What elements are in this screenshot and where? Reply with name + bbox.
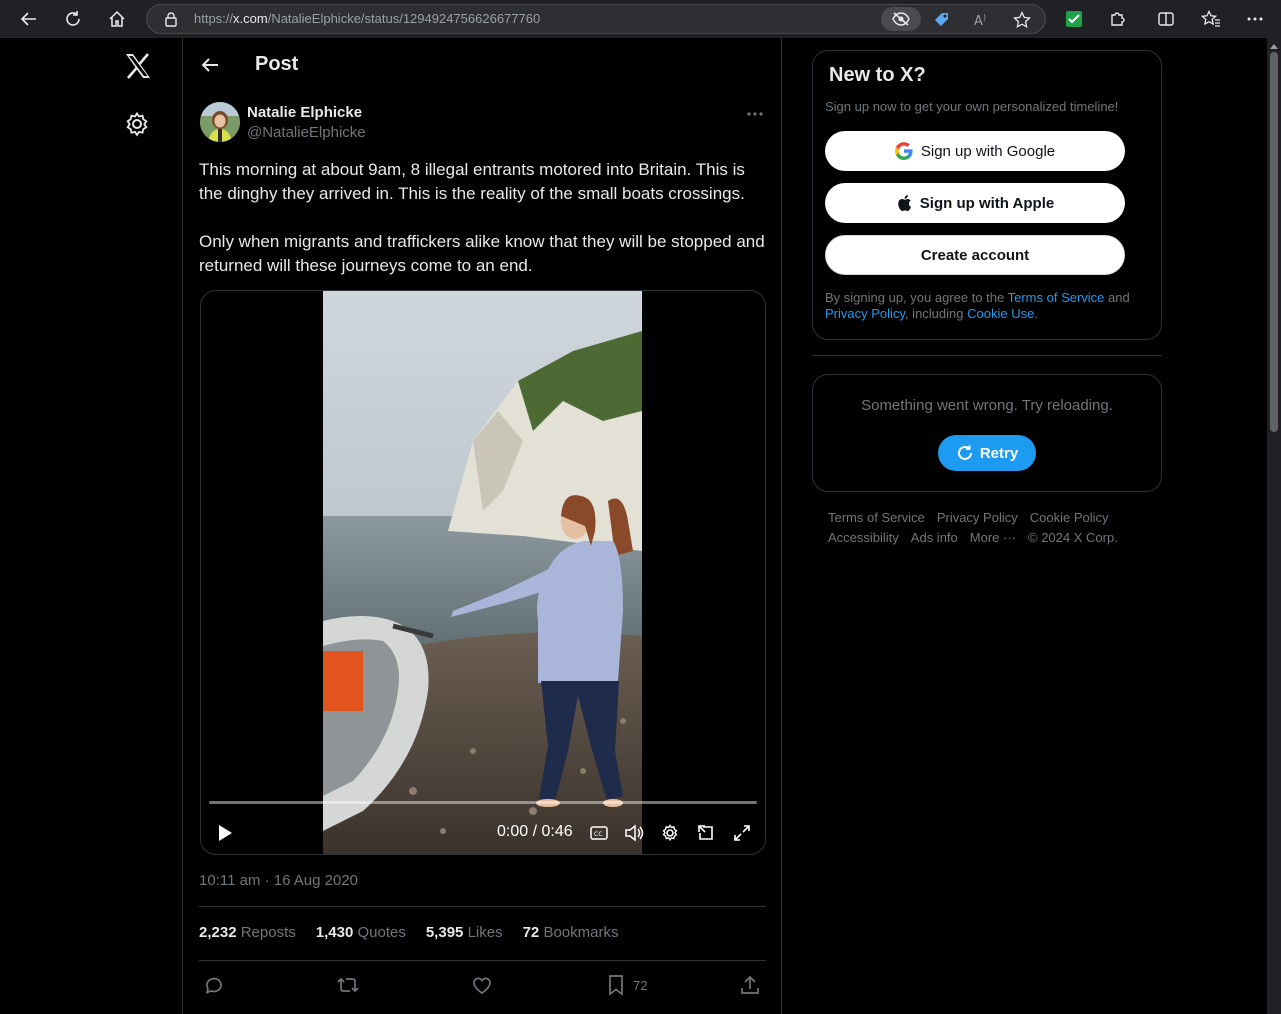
read-aloud-icon[interactable]: A) [971, 9, 993, 31]
browser-menu-icon[interactable] [1242, 7, 1268, 31]
divider [199, 906, 766, 907]
heart-icon [473, 977, 491, 994]
signup-card: New to X? Sign up now to get your own pe… [812, 50, 1162, 340]
favorite-star-icon[interactable] [1011, 9, 1033, 31]
refresh-icon [957, 445, 972, 460]
reply-icon [205, 977, 222, 994]
footer-ads-link[interactable]: Ads info [911, 530, 958, 545]
reposts-stat[interactable]: 2,232 Reposts [199, 924, 296, 941]
bookmark-button[interactable]: 72 [607, 974, 647, 996]
footer-accessibility-link[interactable]: Accessibility [828, 530, 899, 545]
page-title: Post [255, 53, 299, 75]
divider [199, 960, 766, 961]
divider [812, 355, 1162, 356]
retry-label: Retry [979, 444, 1019, 462]
signup-legal-text: By signing up, you agree to the Terms of… [825, 290, 1130, 321]
svg-text:): ) [983, 13, 986, 22]
extension-check-icon[interactable] [1061, 7, 1087, 31]
video-settings-icon[interactable] [658, 821, 682, 845]
x-logo-icon[interactable] [124, 52, 152, 80]
reply-button[interactable] [203, 974, 225, 996]
post-paragraph-2: Only when migrants and traffickers alike… [199, 232, 765, 275]
cookie-use-link[interactable]: Cookie Use [967, 306, 1034, 321]
volume-icon[interactable] [622, 821, 646, 845]
signup-google-button[interactable]: Sign up with Google [825, 131, 1125, 171]
bookmark-icon [609, 975, 623, 996]
post-paragraph-1: This morning at about 9am, 8 illegal ent… [199, 160, 745, 203]
footer-privacy-link[interactable]: Privacy Policy [937, 510, 1018, 525]
error-card: Something went wrong. Try reloading. Ret… [812, 374, 1162, 492]
footer-more-link[interactable]: More ··· [970, 530, 1016, 545]
svg-text:A: A [974, 14, 983, 29]
signup-apple-label: Sign up with Apple [919, 194, 1055, 212]
google-icon [894, 142, 913, 160]
url-text: https://x.com/NatalieElphicke/status/129… [194, 11, 541, 26]
video-progress-bar[interactable] [209, 801, 757, 804]
footer-cookie-link[interactable]: Cookie Policy [1030, 510, 1109, 525]
scrollbar-thumb[interactable] [1270, 52, 1278, 432]
browser-toolbar: https://x.com/NatalieElphicke/status/129… [0, 0, 1281, 38]
bookmarks-stat[interactable]: 72 Bookmarks [523, 924, 619, 941]
footer-copyright: © 2024 X Corp. [1028, 530, 1118, 545]
share-button[interactable] [739, 974, 761, 996]
signup-subtitle: Sign up now to get your own personalized… [825, 99, 1119, 114]
split-screen-icon[interactable] [1153, 7, 1179, 31]
tracking-prevention-icon[interactable] [881, 7, 921, 31]
engagement-stats: 2,232 Reposts 1,430 Quotes 5,395 Likes 7… [199, 924, 638, 941]
sidebar-footer: Terms of Service Privacy Policy Cookie Pol… [828, 508, 1148, 548]
signup-title: New to X? [829, 64, 926, 86]
repost-icon [337, 977, 359, 993]
error-message: Something went wrong. Try reloading. [861, 397, 1113, 414]
settings-gear-icon[interactable] [124, 111, 150, 137]
browser-refresh-icon[interactable] [60, 7, 86, 31]
play-icon[interactable] [213, 821, 237, 845]
extensions-puzzle-icon[interactable] [1105, 7, 1131, 31]
signup-google-label: Sign up with Google [920, 142, 1056, 160]
quotes-stat[interactable]: 1,430 Quotes [316, 924, 406, 941]
main-column: Post Natalie Elphicke @NatalieElphicke T… [182, 38, 782, 1014]
browser-home-icon[interactable] [104, 7, 130, 31]
svg-text:CC: CC [594, 831, 602, 838]
likes-stat[interactable]: 5,395 Likes [426, 924, 503, 941]
back-arrow-icon[interactable] [199, 54, 221, 76]
scroll-up-arrow-icon[interactable] [1270, 44, 1278, 49]
post-text: This morning at about 9am, 8 illegal ent… [199, 158, 769, 278]
tag-icon[interactable] [931, 9, 953, 31]
avatar[interactable] [200, 102, 240, 142]
video-thumbnail[interactable] [323, 291, 642, 854]
footer-terms-link[interactable]: Terms of Service [828, 510, 925, 525]
signup-apple-button[interactable]: Sign up with Apple [825, 183, 1125, 223]
browser-back-icon[interactable] [16, 7, 42, 31]
apple-icon [898, 195, 911, 211]
video-timecode: 0:00 / 0:46 [497, 823, 573, 840]
bookmark-count: 72 [633, 977, 648, 993]
author-handle[interactable]: @NatalieElphicke [247, 124, 366, 141]
post-timestamp[interactable]: 10:11 am · 16 Aug 2020 [199, 872, 358, 889]
create-account-button[interactable]: Create account [825, 235, 1125, 275]
address-bar[interactable]: https://x.com/NatalieElphicke/status/129… [146, 4, 1046, 34]
page-scrollbar[interactable] [1267, 38, 1281, 1014]
captions-icon[interactable]: CC [587, 821, 611, 845]
share-icon [741, 975, 759, 994]
video-player[interactable]: 0:00 / 0:46 CC [200, 290, 766, 855]
like-button[interactable] [471, 974, 493, 996]
terms-link[interactable]: Terms of Service [1008, 290, 1105, 305]
privacy-link[interactable]: Privacy Policy [825, 306, 905, 321]
lock-icon [164, 11, 178, 27]
fullscreen-icon[interactable] [730, 821, 754, 845]
retry-button[interactable]: Retry [938, 435, 1036, 471]
favorites-icon[interactable] [1198, 7, 1224, 31]
repost-button[interactable] [336, 974, 360, 996]
more-options-icon[interactable] [745, 104, 765, 124]
picture-in-picture-icon[interactable] [694, 821, 718, 845]
author-name[interactable]: Natalie Elphicke [247, 104, 362, 121]
